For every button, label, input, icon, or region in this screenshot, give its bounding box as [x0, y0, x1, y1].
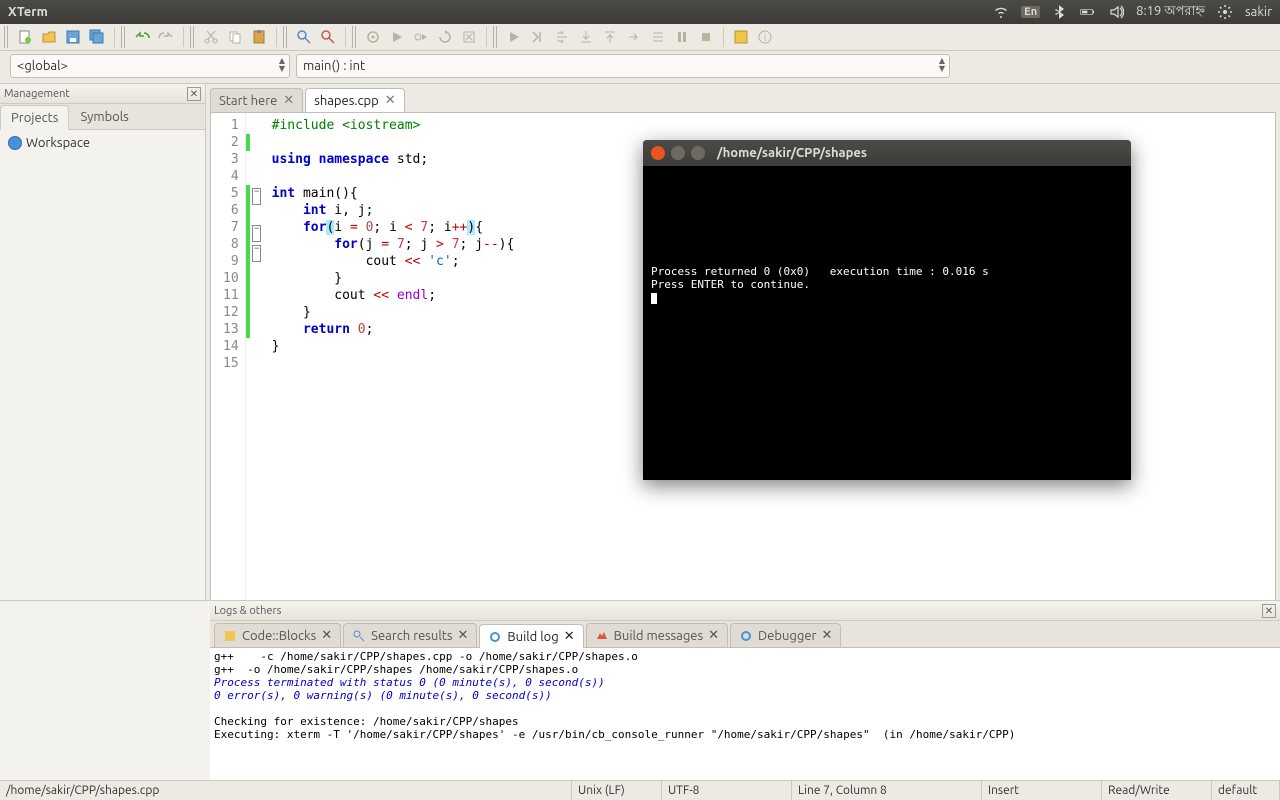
- abort-button[interactable]: [458, 26, 480, 48]
- close-logs-button[interactable]: ✕: [1262, 604, 1276, 618]
- tab-codeblocks[interactable]: Code::Blocks✕: [214, 623, 341, 647]
- toolbar-grip[interactable]: [121, 26, 127, 48]
- workspace-icon: [8, 136, 22, 150]
- info-button[interactable]: i: [754, 26, 776, 48]
- tab-shapes-cpp[interactable]: shapes.cpp ✕: [305, 88, 405, 112]
- status-insert-mode: Insert: [982, 781, 1102, 800]
- window-maximize-button[interactable]: [691, 146, 705, 160]
- build-log-output[interactable]: g++ -c /home/sakir/CPP/shapes.cpp -o /ho…: [210, 648, 1280, 780]
- bluetooth-icon[interactable]: [1052, 4, 1068, 20]
- close-tab-icon[interactable]: ✕: [385, 93, 396, 108]
- window-close-button[interactable]: [651, 146, 665, 160]
- copy-button[interactable]: [224, 26, 246, 48]
- statusbar: /home/sakir/CPP/shapes.cpp Unix (LF) UTF…: [0, 780, 1280, 800]
- terminal-window[interactable]: /home/sakir/CPP/shapes Process returned …: [643, 140, 1131, 480]
- terminal-title: /home/sakir/CPP/shapes: [717, 146, 867, 160]
- tab-search-results[interactable]: Search results✕: [343, 623, 477, 647]
- build-run-button[interactable]: [410, 26, 432, 48]
- run-button[interactable]: [386, 26, 408, 48]
- terminal-cursor: [651, 293, 657, 304]
- step-out-button[interactable]: [599, 26, 621, 48]
- status-eol: Unix (LF): [572, 781, 662, 800]
- next-instr-button[interactable]: [623, 26, 645, 48]
- toolbar-grip[interactable]: [190, 26, 196, 48]
- battery-icon[interactable]: [1080, 4, 1096, 20]
- new-file-button[interactable]: [14, 26, 36, 48]
- close-panel-button[interactable]: ✕: [187, 87, 201, 101]
- toolbar-grip[interactable]: [493, 26, 499, 48]
- status-cursor-pos: Line 7, Column 8: [792, 781, 982, 800]
- stop-button[interactable]: [695, 26, 717, 48]
- project-tree: Workspace: [0, 130, 205, 156]
- terminal-output[interactable]: Process returned 0 (0x0) execution time …: [643, 166, 1131, 312]
- logs-title: Logs & others ✕: [210, 601, 1280, 621]
- system-menubar: XTerm En 8:19 অপরাহ্ন sakir: [0, 0, 1280, 24]
- tab-build-messages[interactable]: Build messages✕: [586, 623, 728, 647]
- undo-button[interactable]: [131, 26, 153, 48]
- toolbar-grip[interactable]: [283, 26, 289, 48]
- save-button[interactable]: [62, 26, 84, 48]
- tab-start-here[interactable]: Start here ✕: [210, 88, 303, 112]
- window-title: XTerm: [8, 5, 48, 19]
- close-tab-icon[interactable]: ✕: [564, 629, 575, 644]
- user-menu[interactable]: sakir: [1245, 5, 1272, 19]
- save-all-button[interactable]: [86, 26, 108, 48]
- replace-button[interactable]: [317, 26, 339, 48]
- function-combo-value: main() : int: [303, 59, 365, 73]
- terminal-titlebar[interactable]: /home/sakir/CPP/shapes: [643, 140, 1131, 166]
- cut-button[interactable]: [200, 26, 222, 48]
- log-tabs: Code::Blocks✕ Search results✕ Build log✕…: [210, 621, 1280, 648]
- tab-symbols[interactable]: Symbols: [69, 104, 139, 129]
- close-tab-icon[interactable]: ✕: [821, 628, 832, 643]
- redo-button[interactable]: [155, 26, 177, 48]
- svg-text:i: i: [764, 32, 766, 43]
- status-readwrite: Read/Write: [1102, 781, 1212, 800]
- tab-debugger[interactable]: Debugger✕: [730, 623, 841, 647]
- wifi-icon[interactable]: [993, 4, 1009, 20]
- status-encoding: UTF-8: [662, 781, 792, 800]
- next-line-button[interactable]: [551, 26, 573, 48]
- toolbar-grip[interactable]: [352, 26, 358, 48]
- volume-icon[interactable]: [1108, 4, 1124, 20]
- function-combo[interactable]: main() : int ▲▼: [296, 54, 950, 78]
- find-button[interactable]: [293, 26, 315, 48]
- language-indicator[interactable]: En: [1021, 6, 1040, 18]
- scope-selector-row: <global> ▲▼ main() : int ▲▼: [0, 51, 1280, 84]
- management-title: Management ✕: [0, 84, 205, 104]
- rebuild-button[interactable]: [434, 26, 456, 48]
- run-to-cursor-button[interactable]: [527, 26, 549, 48]
- toolbar-grip[interactable]: [4, 26, 10, 48]
- tab-build-log[interactable]: Build log✕: [479, 624, 583, 648]
- close-tab-icon[interactable]: ✕: [321, 628, 332, 643]
- step-instr-button[interactable]: [647, 26, 669, 48]
- scope-combo-value: <global>: [17, 59, 68, 73]
- management-tabs: Projects Symbols: [0, 104, 205, 130]
- step-into-button[interactable]: [575, 26, 597, 48]
- tab-projects[interactable]: Projects: [0, 105, 69, 130]
- status-profile: default: [1212, 781, 1280, 800]
- open-button[interactable]: [38, 26, 60, 48]
- main-toolbar: i: [0, 24, 1280, 51]
- workspace-node[interactable]: Workspace: [8, 136, 197, 150]
- debug-windows-button[interactable]: [730, 26, 752, 48]
- logs-panel: Logs & others ✕ Code::Blocks✕ Search res…: [0, 600, 1280, 780]
- scope-combo[interactable]: <global> ▲▼: [10, 54, 290, 78]
- debug-run-button[interactable]: [503, 26, 525, 48]
- gear-icon[interactable]: [1217, 4, 1233, 20]
- paste-button[interactable]: [248, 26, 270, 48]
- close-tab-icon[interactable]: ✕: [283, 93, 294, 108]
- window-minimize-button[interactable]: [671, 146, 685, 160]
- close-tab-icon[interactable]: ✕: [708, 628, 719, 643]
- clock[interactable]: 8:19 অপরাহ্ন: [1136, 2, 1205, 23]
- close-tab-icon[interactable]: ✕: [458, 628, 469, 643]
- break-button[interactable]: [671, 26, 693, 48]
- status-filepath: /home/sakir/CPP/shapes.cpp: [0, 781, 572, 800]
- build-button[interactable]: [362, 26, 384, 48]
- editor-tabbar: Start here ✕ shapes.cpp ✕: [206, 84, 1280, 112]
